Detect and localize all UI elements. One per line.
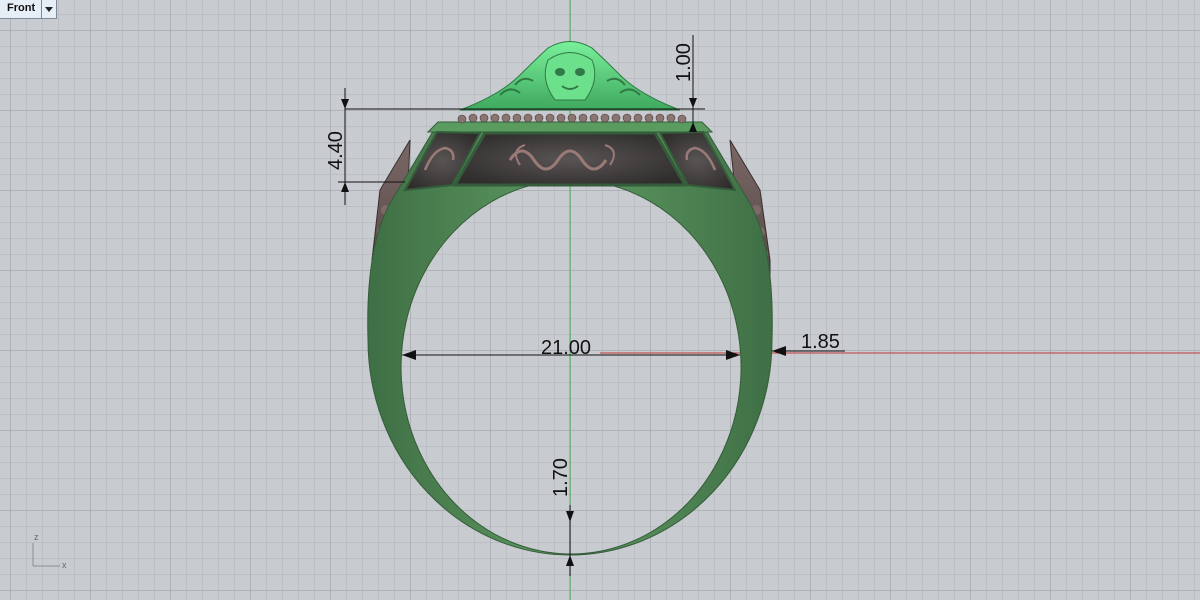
ring-head-band: [426, 121, 714, 133]
viewport-title[interactable]: Front: [0, 0, 41, 18]
center-panel: [452, 131, 688, 187]
lion-head-crown: [459, 41, 681, 111]
axis-gizmo-icon: z x: [32, 532, 67, 570]
dimension-head-height-label: 4.40: [325, 131, 347, 170]
dimension-top-height-label: 1.00: [673, 43, 695, 82]
ring-scene[interactable]: 1.00 4.40 21.00 1.85 1.70 z x: [0, 0, 1200, 600]
axis-label-x: x: [62, 560, 67, 570]
viewport-tab[interactable]: Front: [0, 0, 58, 19]
dimension-bottom-thickness[interactable]: 1.70: [550, 458, 574, 576]
viewport-menu-dropdown-icon[interactable]: [41, 0, 56, 18]
dimension-side-thickness-label: 1.85: [801, 331, 840, 353]
dimension-bottom-thickness-label: 1.70: [550, 458, 572, 497]
dimension-inner-diameter-label: 21.00: [541, 337, 591, 359]
dimension-inner-diameter[interactable]: 21.00: [402, 337, 740, 360]
axis-label-z: z: [34, 532, 39, 542]
front-viewport[interactable]: Front 1.00 4.40 21.00 1.85 1.70 z x: [0, 0, 1200, 600]
dimension-side-thickness[interactable]: 1.85: [772, 331, 845, 356]
